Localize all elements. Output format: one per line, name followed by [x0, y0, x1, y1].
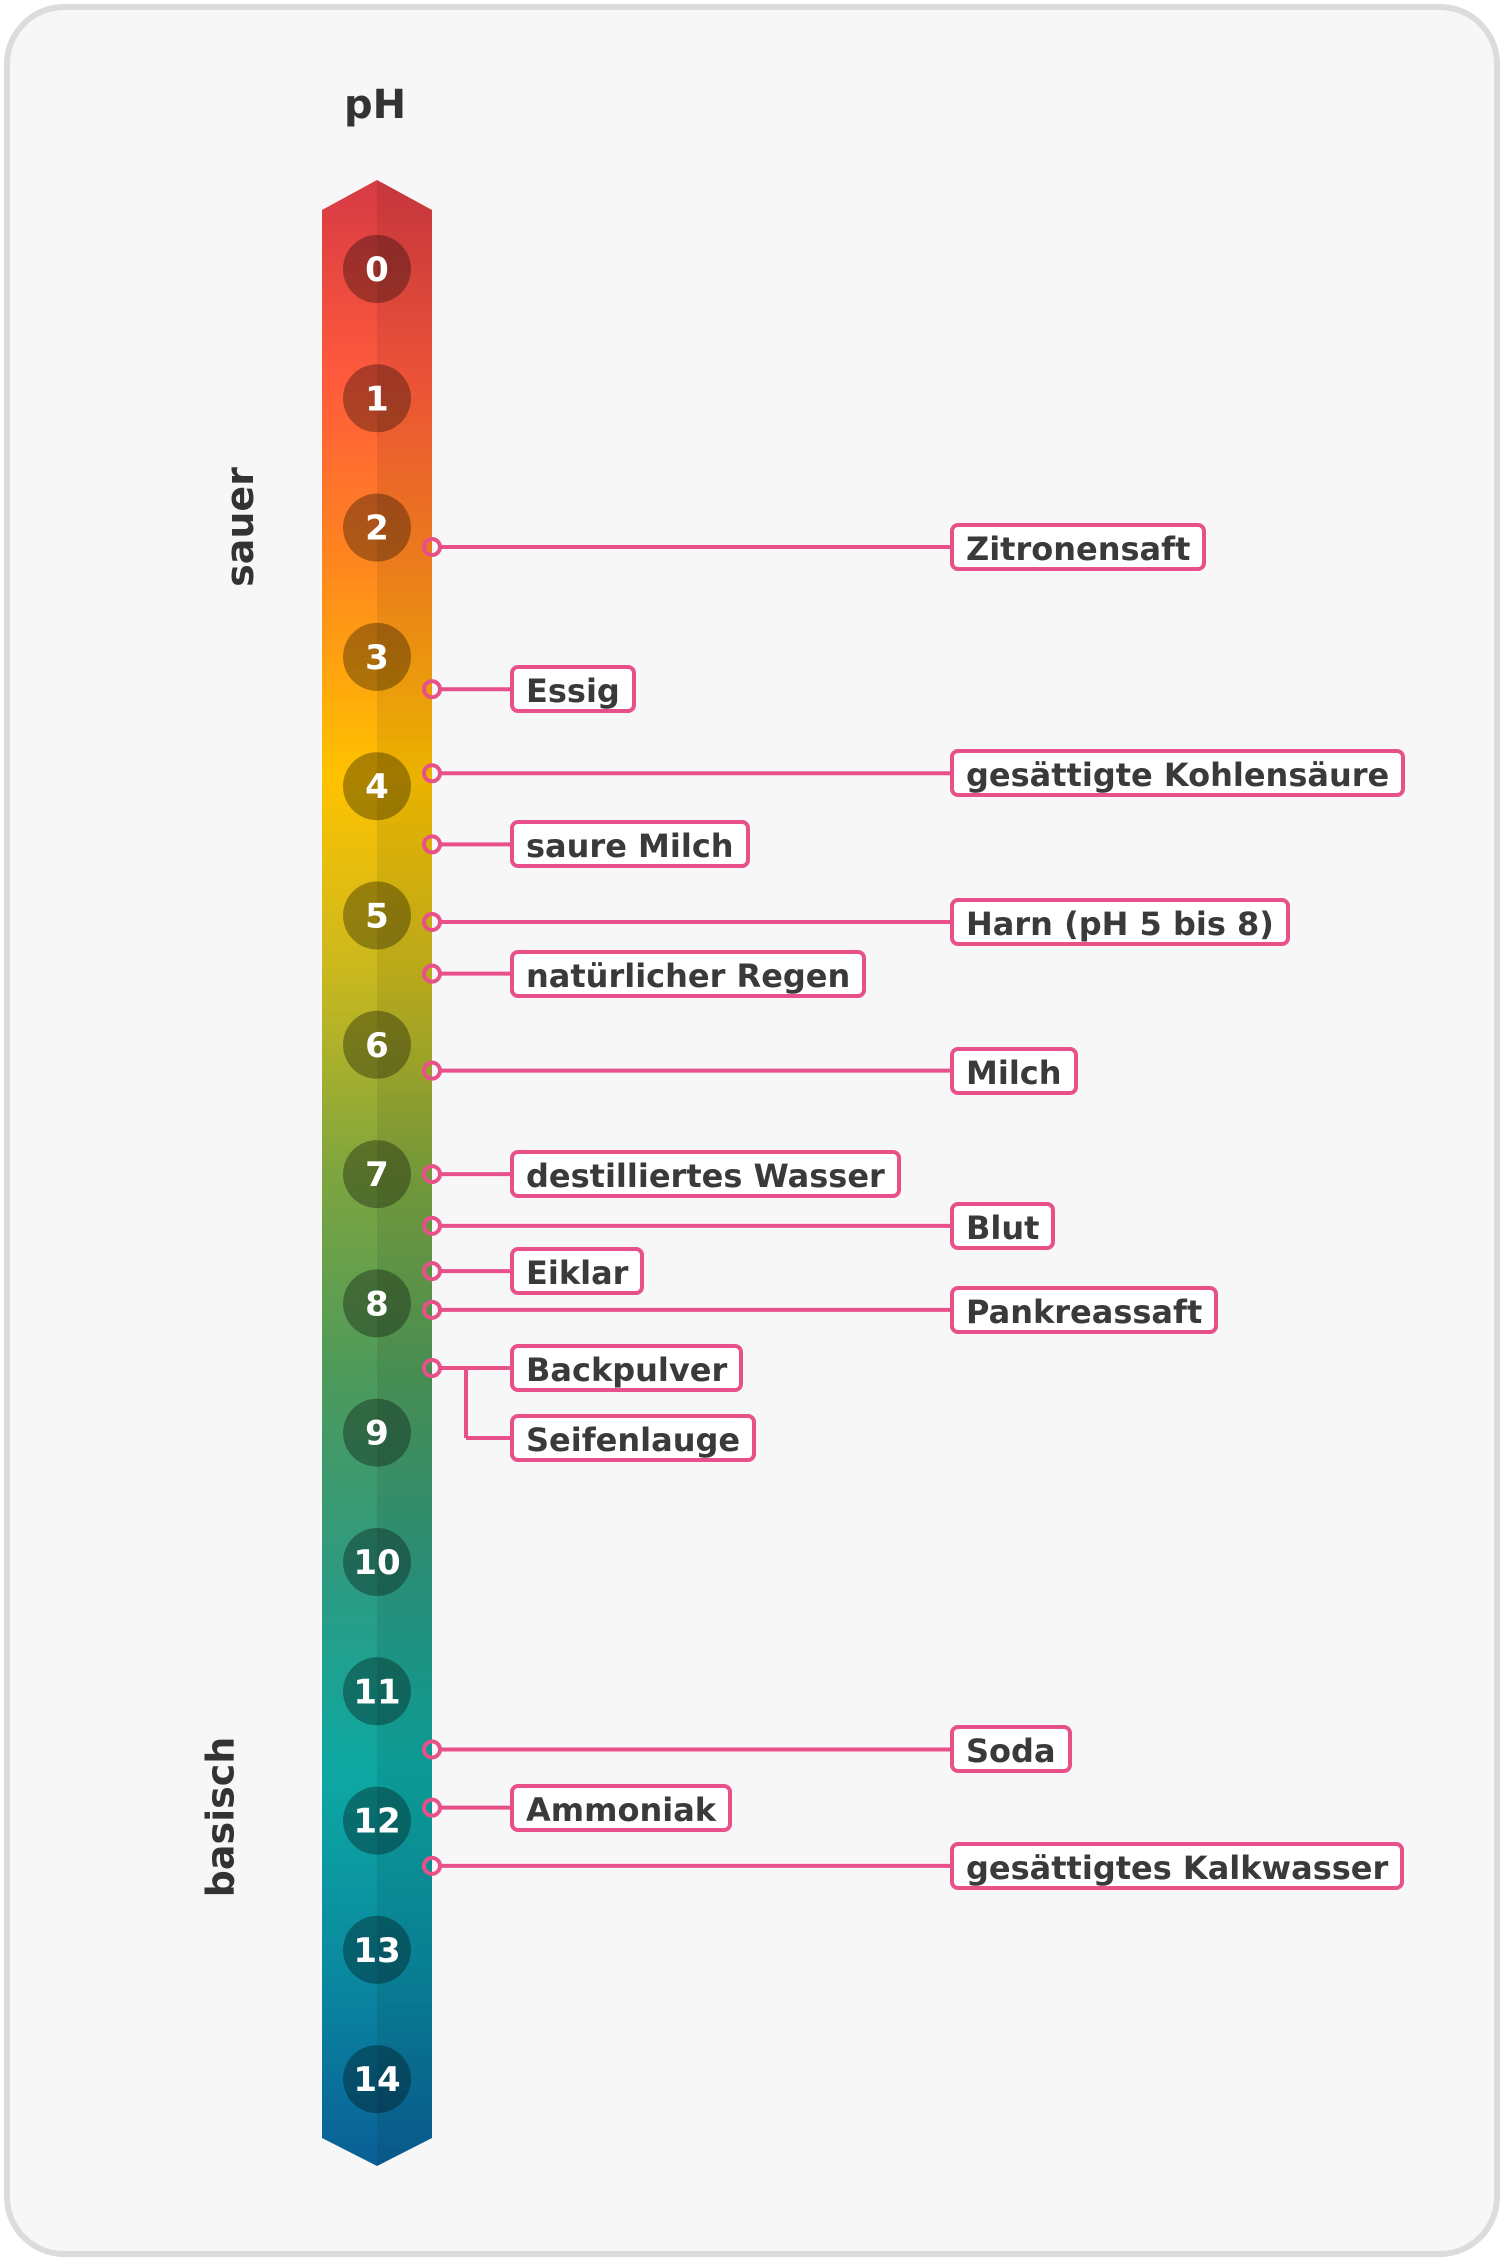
ph-tick-label: 4 [365, 767, 389, 807]
ph-tick-label: 3 [365, 638, 389, 678]
ph-tick-label: 12 [353, 1802, 400, 1842]
substance-label: Milch [950, 1046, 1078, 1095]
ph-tick-label: 9 [365, 1414, 389, 1454]
ph-tick-label: 1 [365, 379, 389, 419]
substance-label: saure Milch [510, 820, 750, 869]
substance-label: Pankreassaft [950, 1285, 1219, 1334]
ph-scale-graphic: 01234567891011121314 [322, 180, 950, 2166]
ph-tick-label: 5 [365, 897, 389, 937]
substance-label: Essig [510, 665, 636, 714]
ph-tick-label: 14 [353, 2060, 400, 2100]
substance-label: Eiklar [510, 1247, 645, 1296]
substance-label: gesättigtes Kalkwasser [950, 1841, 1405, 1890]
ph-tick-label: 11 [353, 1672, 400, 1712]
substance-label: Harn (pH 5 bis 8) [950, 897, 1290, 946]
substance-label: Ammoniak [510, 1783, 733, 1832]
ph-tick-label: 6 [365, 1026, 389, 1066]
substance-label: gesättigte Kohlensäure [950, 749, 1406, 798]
substance-label: destilliertes Wasser [510, 1150, 901, 1199]
ph-tick-label: 10 [353, 1543, 400, 1583]
ph-tick-label: 0 [365, 250, 389, 290]
substance-label: Backpulver [510, 1344, 744, 1393]
substance-label: Zitronensaft [950, 522, 1207, 571]
substance-label: natürlicher Regen [510, 949, 867, 998]
substance-label: Seifenlauge [510, 1414, 757, 1463]
substance-label: Blut [950, 1201, 1056, 1250]
ph-tick-label: 13 [353, 1931, 400, 1971]
substance-label: Soda [950, 1725, 1072, 1774]
ph-tick-label: 7 [365, 1155, 389, 1195]
ph-tick-label: 2 [365, 509, 389, 549]
ph-tick-label: 8 [365, 1284, 389, 1324]
